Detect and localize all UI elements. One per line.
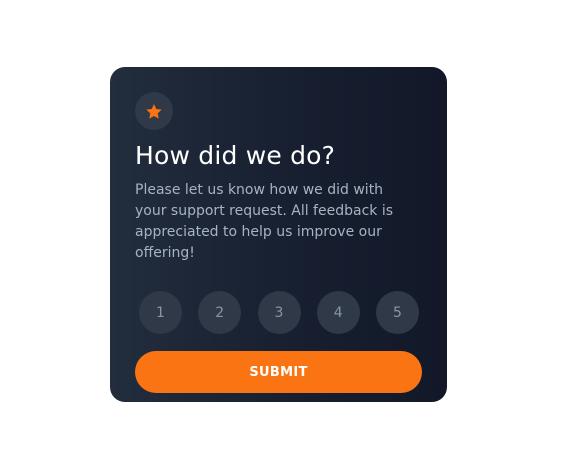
- rating-option-4[interactable]: 4: [316, 291, 360, 334]
- card-description: Please let us know how we did with your …: [135, 182, 394, 261]
- rating-card: How did we do? Please let us know how we…: [110, 67, 447, 402]
- star-icon: [146, 103, 162, 119]
- star-icon-container: [135, 92, 173, 130]
- rating-option-1[interactable]: 1: [139, 291, 182, 334]
- rating-option-5[interactable]: 5: [376, 291, 419, 334]
- card-title: How did we do?: [135, 141, 336, 170]
- submit-button[interactable]: SUBMIT: [135, 351, 422, 393]
- rating-options: 1 2 3 4 5: [139, 291, 419, 334]
- rating-option-3[interactable]: 3: [257, 291, 301, 334]
- rating-option-2[interactable]: 2: [198, 291, 242, 334]
